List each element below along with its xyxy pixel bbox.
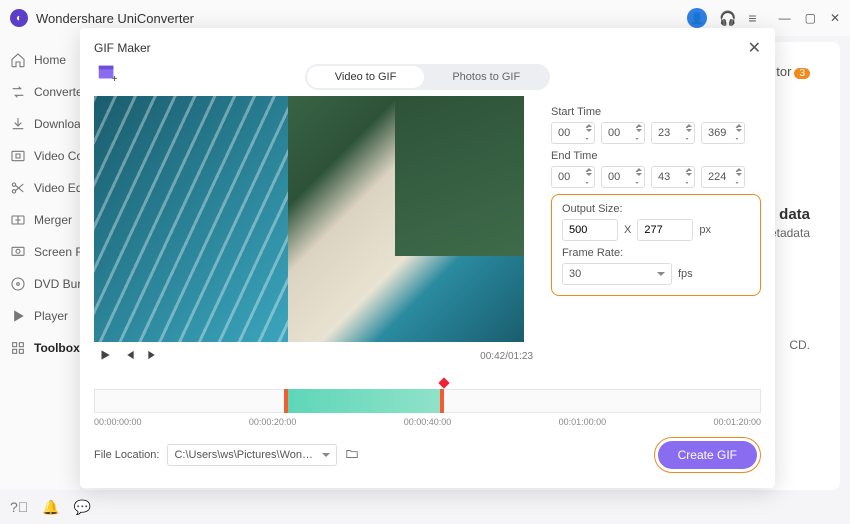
title-icons: 👤 🎧 ≡ — ▢ ✕	[687, 8, 840, 28]
close-icon[interactable]: ✕	[748, 38, 761, 58]
compress-icon	[10, 148, 26, 164]
end-time-label: End Time	[551, 150, 761, 162]
px-label: px	[699, 224, 711, 236]
sidebar-item-home[interactable]: Home	[0, 44, 80, 76]
svg-text:+: +	[112, 74, 118, 84]
timeline[interactable]: 00:00:00:0000:00:20:0000:00:40:0000:01:0…	[94, 381, 761, 425]
app-title: Wondershare UniConverter	[36, 11, 687, 26]
sidebar-item-converter[interactable]: Converter	[0, 76, 80, 108]
fps-label: fps	[678, 268, 693, 280]
sidebar-item-label: Converter	[34, 85, 80, 99]
bell-icon[interactable]: 🔔	[42, 499, 59, 516]
x-separator: X	[624, 224, 631, 236]
convert-icon	[10, 84, 26, 100]
sidebar-item-label: Player	[34, 309, 68, 323]
frame-rate-label: Frame Rate:	[562, 247, 750, 259]
minimize-button[interactable]: —	[779, 11, 791, 25]
sidebar-item-label: Downloader	[34, 117, 80, 131]
sidebar-item-label: DVD Burner	[34, 277, 80, 291]
sidebar-item-toolbox[interactable]: Toolbox	[0, 332, 80, 364]
start-ms-input[interactable]: 369	[701, 122, 745, 144]
end-min-input[interactable]: 00	[601, 166, 645, 188]
sidebar-item-label: Toolbox	[34, 341, 80, 355]
output-width-input[interactable]	[562, 219, 618, 241]
download-icon	[10, 116, 26, 132]
headset-icon[interactable]: 🎧	[719, 10, 736, 27]
sidebar-item-label: Merger	[34, 213, 72, 227]
bg-text: tor3	[776, 64, 810, 79]
gif-maker-modal: GIF Maker ✕ + Video to GIF Photos to GIF…	[80, 28, 775, 488]
output-settings-group: Output Size: X px Frame Rate: 30 fps	[551, 194, 761, 296]
grid-icon	[10, 340, 26, 356]
bg-text: data	[779, 206, 810, 223]
output-size-label: Output Size:	[562, 203, 750, 215]
tab-group: Video to GIF Photos to GIF	[94, 64, 761, 90]
bottom-bar: ?⃝ 🔔 💬	[10, 499, 91, 516]
create-gif-button[interactable]: Create GIF	[658, 441, 757, 469]
start-min-input[interactable]: 00	[601, 122, 645, 144]
end-sec-input[interactable]: 43	[651, 166, 695, 188]
badge-count: 3	[794, 68, 810, 79]
bg-text: CD.	[789, 338, 810, 352]
start-time-label: Start Time	[551, 106, 761, 118]
menu-icon[interactable]: ≡	[748, 10, 756, 26]
playback-time: 00:42/01:23	[480, 351, 533, 362]
sidebar-item-label: Video Editor	[34, 181, 80, 195]
player-controls: 00:42/01:23	[94, 342, 537, 371]
app-logo-icon: ◐	[10, 9, 28, 27]
sidebar-item-compressor[interactable]: Video Compressor	[0, 140, 80, 172]
prev-frame-button[interactable]	[122, 348, 136, 365]
disc-icon	[10, 276, 26, 292]
sidebar-item-recorder[interactable]: Screen Recorder	[0, 236, 80, 268]
play-button[interactable]	[98, 348, 112, 365]
help-icon[interactable]: ?⃝	[10, 499, 28, 516]
record-icon	[10, 244, 26, 260]
timeline-ticks: 00:00:00:0000:00:20:0000:00:40:0000:01:0…	[94, 417, 761, 427]
sidebar-item-label: Video Compressor	[34, 149, 80, 163]
tab-video-to-gif[interactable]: Video to GIF	[307, 66, 425, 88]
selection-range[interactable]	[284, 389, 444, 413]
output-height-input[interactable]	[637, 219, 693, 241]
sidebar-item-player[interactable]: Player	[0, 300, 80, 332]
playhead-icon[interactable]	[438, 377, 449, 388]
maximize-button[interactable]: ▢	[805, 11, 816, 25]
video-preview[interactable]	[94, 96, 524, 342]
end-hour-input[interactable]: 00	[551, 166, 595, 188]
home-icon	[10, 52, 26, 68]
add-file-icon[interactable]: +	[96, 62, 118, 84]
chat-icon[interactable]: 💬	[74, 499, 91, 516]
create-gif-highlight: Create GIF	[654, 437, 761, 473]
sidebar-item-dvd[interactable]: DVD Burner	[0, 268, 80, 300]
start-sec-input[interactable]: 23	[651, 122, 695, 144]
end-ms-input[interactable]: 224	[701, 166, 745, 188]
next-frame-button[interactable]	[146, 348, 160, 365]
tab-photos-to-gif[interactable]: Photos to GIF	[424, 66, 548, 88]
modal-title: GIF Maker	[94, 41, 151, 55]
bg-text: etadata	[770, 226, 810, 240]
close-button[interactable]: ✕	[830, 11, 840, 25]
start-hour-input[interactable]: 00	[551, 122, 595, 144]
play-icon	[10, 308, 26, 324]
sidebar-item-label: Screen Recorder	[34, 245, 80, 259]
user-icon[interactable]: 👤	[687, 8, 707, 28]
sidebar-item-downloader[interactable]: Downloader	[0, 108, 80, 140]
sidebar-item-editor[interactable]: Video Editor	[0, 172, 80, 204]
file-location-label: File Location:	[94, 449, 159, 461]
merge-icon	[10, 212, 26, 228]
scissors-icon	[10, 180, 26, 196]
file-location-select[interactable]: C:\Users\ws\Pictures\Wonders	[167, 444, 337, 466]
folder-icon[interactable]	[345, 447, 359, 464]
frame-rate-select[interactable]: 30	[562, 263, 672, 285]
sidebar: Home Converter Downloader Video Compress…	[0, 36, 80, 490]
sidebar-item-label: Home	[34, 53, 66, 67]
sidebar-item-merger[interactable]: Merger	[0, 204, 80, 236]
